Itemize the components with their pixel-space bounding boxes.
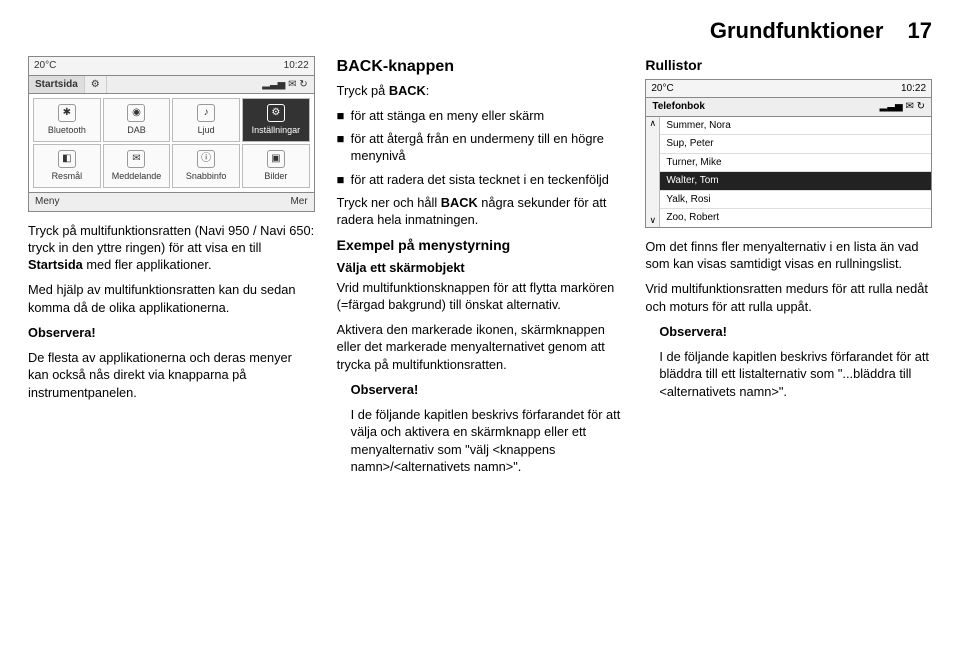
back-hold: Tryck ner och håll BACK några sekunder f…	[337, 194, 624, 229]
scroll-down-icon[interactable]: ∨	[650, 216, 657, 225]
bullet-text: för att återgå från en undermeny till en…	[351, 130, 624, 165]
bullet-1: ■ för att stänga en meny eller skärm	[337, 107, 624, 124]
list-title: Telefonbok	[646, 98, 711, 116]
bottom-more[interactable]: Mer	[290, 195, 307, 209]
page-header: Grundfunktioner 17	[28, 18, 932, 44]
app-bluetooth[interactable]: ✱ Bluetooth	[33, 98, 101, 142]
device-home-screenshot: 20°C 10:22 Startsida ⚙ ▂▃▅ ✉ ↻ ✱ Bluetoo…	[28, 56, 315, 212]
text: Tryck på multifunktionsratten (Navi 950 …	[28, 223, 314, 255]
observera-label: Observera!	[351, 382, 419, 397]
col1-p2: Med hjälp av multifunktionsratten kan du…	[28, 281, 315, 316]
bottom-menu[interactable]: Meny	[35, 195, 59, 209]
tab-home[interactable]: Startsida	[29, 76, 85, 94]
app-destination[interactable]: ◧ Resmål	[33, 144, 101, 188]
bullet-text: för att stänga en meny eller skärm	[351, 107, 544, 124]
app-label: Bluetooth	[48, 124, 86, 136]
text: :	[426, 83, 430, 98]
bullet-icon: ■	[337, 107, 345, 124]
app-label: Bilder	[264, 170, 287, 182]
list-item[interactable]: Sup, Peter	[660, 135, 931, 154]
col1-obs-text: De flesta av applikationerna och deras m…	[28, 349, 315, 401]
sel-p1: Vrid multifunktionsknappen för att flytt…	[337, 279, 624, 314]
bullet-2: ■för att återgå från en undermeny till e…	[337, 130, 624, 165]
sel-p2: Aktivera den markerade ikonen, skärmknap…	[337, 321, 624, 373]
text: med fler applikationer.	[83, 257, 212, 272]
list-item[interactable]: Zoo, Robert	[660, 209, 931, 227]
bullet-icon: ■	[337, 130, 345, 165]
text: Tryck på	[337, 83, 389, 98]
scroll-up-icon[interactable]: ∧	[650, 119, 657, 128]
app-quickinfo[interactable]: ⓘ Snabbinfo	[172, 144, 240, 188]
app-label: DAB	[127, 124, 146, 136]
scrollbar[interactable]: ∧ ∨	[646, 117, 660, 227]
scroll-lists-heading: Rullistor	[645, 56, 932, 75]
status-bar-2: 20°C 10:22	[646, 80, 931, 99]
columns: 20°C 10:22 Startsida ⚙ ▂▃▅ ✉ ↻ ✱ Bluetoo…	[28, 56, 932, 483]
col1-p1: Tryck på multifunktionsratten (Navi 950 …	[28, 222, 315, 274]
bluetooth-icon: ✱	[58, 104, 76, 122]
list-items: Summer, Nora Sup, Peter Turner, Mike Wal…	[660, 117, 931, 227]
back-bold-2: BACK	[441, 195, 478, 210]
list-titlebar: Telefonbok ▂▃▅ ✉ ↻	[646, 98, 931, 117]
status-temp: 20°C	[34, 59, 56, 73]
phonebook-screenshot: 20°C 10:22 Telefonbok ▂▃▅ ✉ ↻ ∧ ∨ Summer…	[645, 79, 932, 228]
startsida-bold: Startsida	[28, 257, 83, 272]
col3-p2: Vrid multifunktionsratten medurs för att…	[645, 280, 932, 315]
app-label: Inställningar	[252, 124, 301, 136]
bullet-3: ■ för att radera det sista tecknet i en t…	[337, 171, 624, 188]
col3-obs-text: I de följande kapitlen beskrivs förfaran…	[659, 348, 932, 400]
settings-icon: ⚙	[267, 104, 285, 122]
app-settings[interactable]: ⚙ Inställningar	[242, 98, 310, 142]
app-label: Resmål	[52, 170, 83, 182]
menu-example-heading: Exempel på menystyrning	[337, 236, 624, 255]
select-object-heading: Välja ett skärmobjekt	[337, 259, 624, 276]
back-heading: BACK-knappen	[337, 56, 624, 78]
col3-p1: Om det finns fler menyalternativ i en li…	[645, 238, 932, 273]
list-body: ∧ ∨ Summer, Nora Sup, Peter Turner, Mike…	[646, 117, 931, 227]
audio-icon: ♪	[197, 104, 215, 122]
app-label: Meddelande	[112, 170, 162, 182]
app-label: Snabbinfo	[186, 170, 227, 182]
column-3: Rullistor 20°C 10:22 Telefonbok ▂▃▅ ✉ ↻ …	[645, 56, 932, 483]
status-icons: ▂▃▅ ✉ ↻	[256, 76, 313, 94]
list-item[interactable]: Summer, Nora	[660, 117, 931, 136]
list-item[interactable]: Yalk, Rosi	[660, 191, 931, 210]
app-audio[interactable]: ♪ Ljud	[172, 98, 240, 142]
observera-label: Observera!	[28, 325, 96, 340]
text: Tryck ner och håll	[337, 195, 441, 210]
message-icon: ✉	[127, 150, 145, 168]
status-time: 10:22	[284, 59, 309, 73]
col2-obs-text: I de följande kapitlen beskrivs förfaran…	[351, 406, 624, 475]
bullet-icon: ■	[337, 171, 345, 188]
status-bar: 20°C 10:22	[29, 57, 314, 76]
app-dab[interactable]: ◉ DAB	[103, 98, 171, 142]
pictures-icon: ▣	[267, 150, 285, 168]
back-intro: Tryck på BACK:	[337, 82, 624, 99]
column-2: BACK-knappen Tryck på BACK: ■ för att stä…	[337, 56, 624, 483]
bottom-bar: Meny Mer	[29, 192, 314, 211]
app-label: Ljud	[198, 124, 215, 136]
list-item[interactable]: Turner, Mike	[660, 154, 931, 173]
back-bold: BACK	[389, 83, 426, 98]
bullet-text: för att radera det sista tecknet i en te…	[351, 171, 609, 188]
app-grid: ✱ Bluetooth ◉ DAB ♪ Ljud ⚙ Inställningar…	[29, 94, 314, 192]
page-number: 17	[908, 18, 932, 43]
status-time: 10:22	[901, 82, 926, 96]
column-1: 20°C 10:22 Startsida ⚙ ▂▃▅ ✉ ↻ ✱ Bluetoo…	[28, 56, 315, 483]
app-pictures[interactable]: ▣ Bilder	[242, 144, 310, 188]
list-item-selected[interactable]: Walter, Tom	[660, 172, 931, 191]
status-icons: ▂▃▅ ✉ ↻	[874, 98, 931, 116]
dab-icon: ◉	[127, 104, 145, 122]
header-title: Grundfunktioner	[710, 18, 884, 43]
info-icon: ⓘ	[197, 150, 215, 168]
tab-bar: Startsida ⚙ ▂▃▅ ✉ ↻	[29, 76, 314, 95]
observera-label: Observera!	[659, 324, 727, 339]
tab-settings-icon[interactable]: ⚙	[85, 76, 107, 94]
status-temp: 20°C	[651, 82, 673, 96]
app-message[interactable]: ✉ Meddelande	[103, 144, 171, 188]
destination-icon: ◧	[58, 150, 76, 168]
